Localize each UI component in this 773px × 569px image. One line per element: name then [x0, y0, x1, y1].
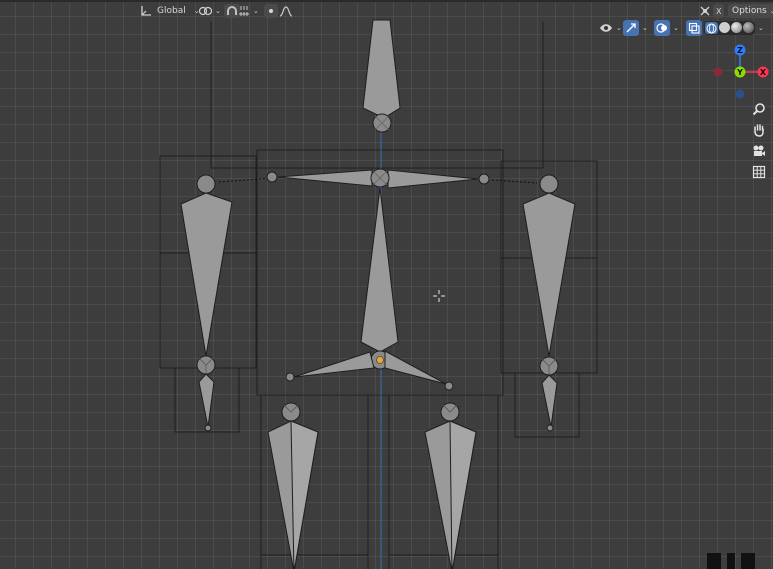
wireframe-shading-icon[interactable] [705, 22, 718, 34]
visibility-eye-icon [599, 22, 613, 34]
gizmo-z-label: Z [737, 46, 743, 55]
overlays-dropdown[interactable]: ⌄ [654, 19, 679, 37]
falloff-dropdown[interactable] [279, 4, 293, 18]
rendered-shading-icon[interactable] [743, 22, 754, 33]
overlays-icon [654, 20, 670, 36]
bone-spine [360, 187, 399, 353]
sidebar-toggle[interactable]: X [699, 4, 725, 18]
3d-cursor[interactable] [433, 290, 445, 302]
bone-shoulder-right [387, 169, 479, 189]
snap-target-dropdown[interactable]: ⌄ [238, 4, 259, 18]
chevron-down-icon: ⌄ [616, 24, 622, 32]
chevron-down-icon: ⌄ [253, 7, 259, 15]
status-blocks [707, 553, 755, 569]
transform-orientation-label: Global [157, 6, 186, 16]
falloff-curve-icon [279, 5, 293, 17]
bone-neck [362, 19, 401, 119]
material-preview-icon[interactable] [731, 22, 742, 33]
pan-hand-icon[interactable] [750, 121, 768, 139]
navigation-gizmo[interactable]: Z X Y [708, 42, 773, 102]
gizmo-neg-x-handle [713, 67, 723, 77]
gizmo-neg-z-handle [735, 89, 745, 99]
grid-view-icon[interactable] [750, 163, 768, 181]
zoom-icon[interactable] [750, 100, 768, 118]
bone-hip-right [384, 350, 447, 385]
xray-icon[interactable] [686, 20, 702, 36]
shading-mode-group [704, 21, 755, 35]
armature-scene[interactable] [0, 0, 773, 569]
close-icon[interactable]: X [713, 4, 725, 18]
tools-icon [699, 5, 711, 17]
chevron-down-icon: ⌄ [642, 24, 648, 32]
bone-joint-right-shoulder [539, 174, 559, 194]
armature-bones[interactable] [180, 19, 576, 569]
proportional-editing-toggle[interactable] [264, 4, 278, 18]
gizmo-dropdown[interactable]: ⌄ [623, 19, 648, 37]
bone-forearm-right [541, 374, 558, 428]
solid-shading-icon[interactable] [719, 22, 730, 33]
gizmo-y-label: Y [736, 68, 743, 77]
bone-upper-arm-right [522, 192, 576, 357]
bone-upper-arm-left [180, 192, 233, 357]
3d-viewport[interactable]: Global ⌄ ⌄ ⌄ X Options ⌄ ⌄ ⌄ ⌄ ⌄ Z X Y [0, 0, 773, 569]
bone-hip-left [293, 351, 375, 378]
camera-icon[interactable] [750, 142, 768, 160]
shading-controls: ⌄ [686, 19, 764, 37]
chevron-down-icon: ⌄ [673, 24, 679, 32]
transform-orientation-dropdown[interactable]: Global ⌄ [140, 4, 200, 18]
gizmo-icon [623, 20, 639, 36]
bone-shoulder-left [277, 169, 373, 187]
options-dropdown[interactable]: Options ⌄ [728, 4, 773, 18]
bone-forearm-left [198, 373, 215, 428]
pivot-point-dropdown[interactable]: ⌄ [198, 4, 221, 18]
gizmo-x-label: X [760, 68, 767, 77]
bone-joint-left-shoulder [196, 174, 216, 194]
chevron-down-icon: ⌄ [215, 7, 221, 15]
visibility-dropdown[interactable]: ⌄ [599, 19, 622, 37]
chevron-down-icon[interactable]: ⌄ [758, 24, 764, 32]
pivot-point-icon [198, 5, 212, 17]
snap-increment-icon [238, 5, 250, 17]
options-label: Options [732, 6, 767, 16]
proportional-editing-icon [264, 4, 278, 18]
transform-orientation-icon [140, 5, 152, 17]
